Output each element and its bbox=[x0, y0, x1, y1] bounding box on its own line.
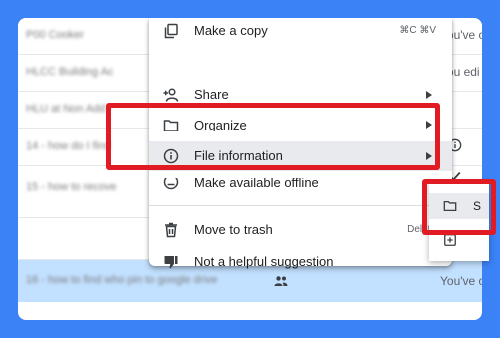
menu-item-not-a-helpful-suggestion[interactable]: Not a helpful suggestion bbox=[149, 247, 452, 277]
offline-icon bbox=[163, 178, 179, 190]
menu-label: Share bbox=[194, 87, 229, 102]
file-name: 15 - how to recove bbox=[26, 181, 117, 193]
copy-icon bbox=[164, 23, 178, 39]
file-name: P00 Cooker bbox=[26, 29, 85, 41]
submenu-arrow-icon bbox=[426, 91, 432, 99]
menu-divider bbox=[149, 205, 452, 206]
file-name: HLCC Building Ac bbox=[26, 66, 114, 78]
menu-label: Make a copy bbox=[194, 23, 268, 38]
menu-item-move-to-trash[interactable]: Move to trash Delete bbox=[149, 215, 452, 245]
drive-icon bbox=[444, 234, 456, 246]
highlight-box-file-information bbox=[106, 103, 440, 170]
menu-label: Make available offline bbox=[194, 178, 319, 190]
thumbs-down-icon bbox=[164, 256, 178, 269]
menu-label: Not a helpful suggestion bbox=[194, 254, 334, 269]
menu-item-make-available-offline[interactable]: Make available offline bbox=[149, 178, 452, 194]
menu-item-make-a-copy[interactable]: Make a copy ⌘C ⌘V bbox=[149, 18, 452, 48]
person-add-icon bbox=[163, 88, 179, 102]
menu-label: Move to trash bbox=[194, 222, 273, 237]
trash-icon bbox=[165, 222, 177, 238]
highlight-box-submenu bbox=[422, 179, 496, 235]
menu-shortcut: ⌘C ⌘V bbox=[399, 25, 436, 36]
file-name: HLU at Non Add bbox=[26, 103, 106, 115]
file-name: 14 - how do I find bbox=[26, 140, 111, 152]
